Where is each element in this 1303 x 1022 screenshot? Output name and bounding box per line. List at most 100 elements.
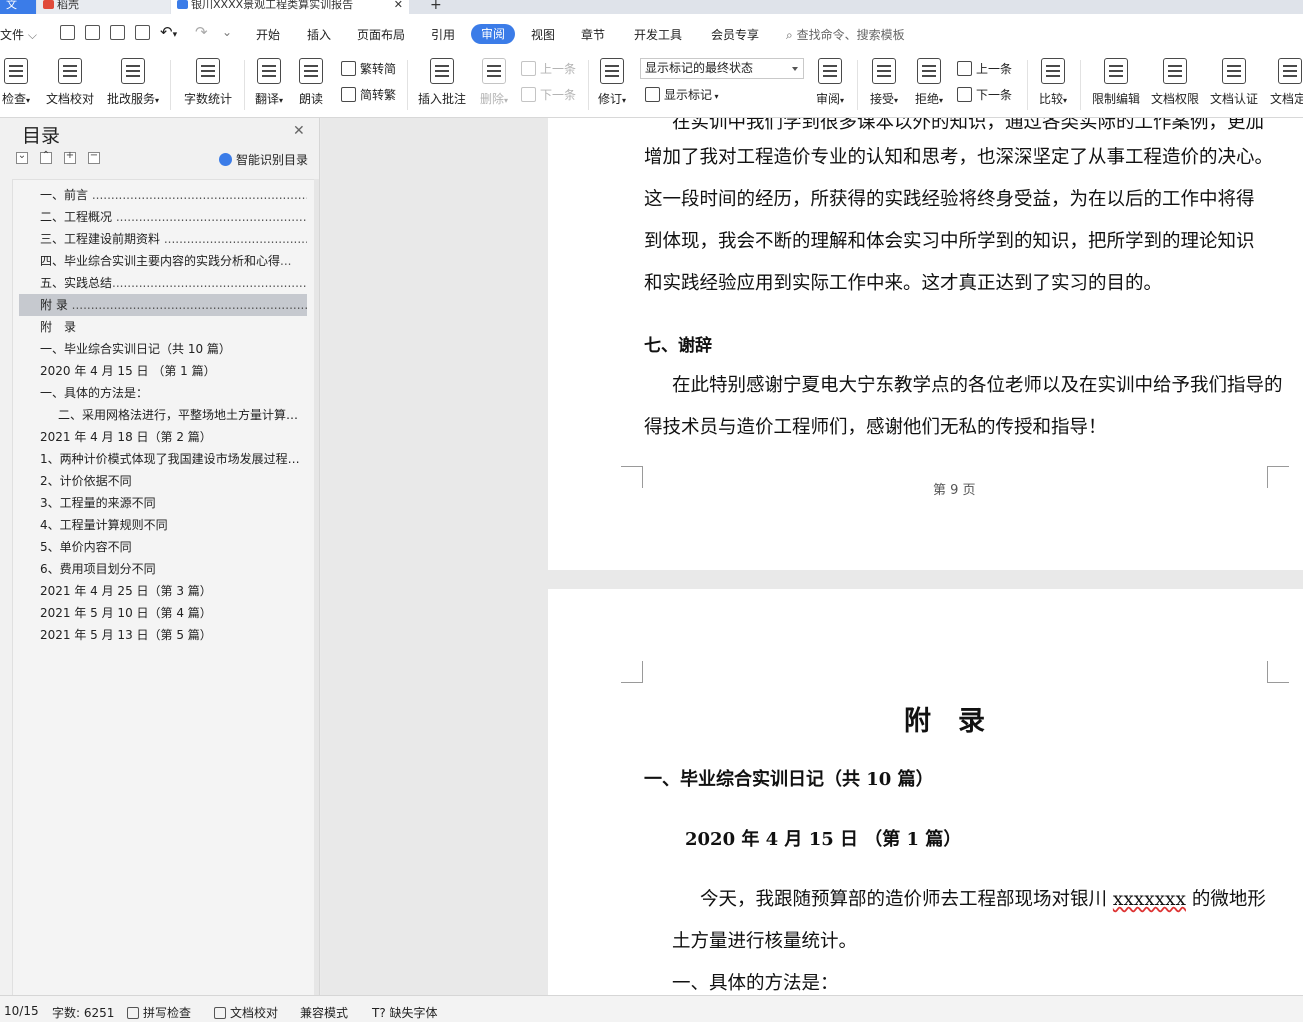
toc-item-text: 2021 年 5 月 13 日（第 5 篇） xyxy=(40,628,212,642)
toc-item[interactable]: 5、单价内容不同 xyxy=(19,536,307,558)
search-placeholder: 查找命令、搜索模板 xyxy=(796,28,905,42)
toc-item[interactable]: 2021 年 5 月 10 日（第 4 篇） xyxy=(19,602,307,624)
command-search[interactable]: ⌕ 查找命令、搜索模板 xyxy=(786,26,905,43)
page-9[interactable]: 在实训中我们学到很多课本以外的知识，通过各类实际的工作案例，更加 增加了我对工程… xyxy=(548,118,1303,570)
doc-proof-status[interactable]: 文档校对 xyxy=(214,1004,278,1021)
translate-button[interactable]: 翻译▾ xyxy=(251,56,287,114)
menu-insert[interactable]: 插入 xyxy=(307,26,331,43)
menu-home[interactable]: 开始 xyxy=(256,26,280,43)
menu-developer[interactable]: 开发工具 xyxy=(634,26,682,43)
toc-item[interactable]: 二、工程概况 .................................… xyxy=(19,206,307,228)
read-aloud-button[interactable]: 朗读 xyxy=(296,56,326,114)
toc-item[interactable]: 三、工程建设前期资料 .............................… xyxy=(19,228,307,250)
menu-view[interactable]: 视图 xyxy=(531,26,555,43)
collapse-minus-icon[interactable]: − xyxy=(88,150,100,164)
doc-final-label: 文档定 xyxy=(1270,92,1303,106)
expand-plus-icon[interactable]: + xyxy=(64,150,76,164)
redo-icon[interactable]: ↷ xyxy=(195,23,208,41)
menu-review[interactable]: 审阅 xyxy=(471,24,515,44)
restrict-edit-button[interactable]: 限制编辑 xyxy=(1090,56,1142,114)
save-icon[interactable] xyxy=(60,25,75,40)
menu-chapter[interactable]: 章节 xyxy=(581,26,605,43)
markup-mode-select[interactable]: 显示标记的最终状态 xyxy=(640,58,804,79)
toc-item[interactable]: 四、毕业综合实训主要内容的实践分析和心得... xyxy=(19,250,307,272)
export-pdf-icon[interactable] xyxy=(85,25,100,40)
spelling-flagged-text[interactable]: xxxxxxx xyxy=(1113,889,1186,910)
show-markup-button[interactable]: 显示标记 ▾ xyxy=(645,86,719,103)
doc-certify-button[interactable]: 文档认证 xyxy=(1208,56,1260,114)
toc-item[interactable]: 五、实践总结..................................… xyxy=(19,272,307,294)
menu-file-label: 文件 xyxy=(0,28,25,42)
delete-label: 删除 xyxy=(479,92,504,106)
toc-item[interactable]: 附 录 xyxy=(19,316,307,338)
toc-item[interactable]: 2021 年 4 月 18 日（第 2 篇） xyxy=(19,426,307,448)
expand-up-icon[interactable]: ⌃ xyxy=(40,150,52,164)
tab-home[interactable]: 文 xyxy=(0,0,36,14)
spell-check-status[interactable]: 拼写检查 xyxy=(127,1004,191,1021)
toc-item-selected[interactable]: 附 录 ....................................… xyxy=(19,294,307,316)
menu-member[interactable]: 会员专享 xyxy=(711,26,759,43)
page-10[interactable]: 附 录 一、毕业综合实训日记（共 10 篇） 2020 年 4 月 15 日 （… xyxy=(548,589,1303,995)
close-icon[interactable]: ✕ xyxy=(293,123,305,139)
reject-button[interactable]: 拒绝▾ xyxy=(911,56,947,114)
toc-item[interactable]: 3、工程量的来源不同 xyxy=(19,492,307,514)
simp-to-trad-button[interactable]: 简转繁 xyxy=(341,86,396,103)
doc-proof-button[interactable]: 文档校对 xyxy=(44,56,96,114)
status-bar: 10/15 字数: 6251 拼写检查 文档校对 兼容模式 T? 缺失字体 xyxy=(0,995,1303,1022)
ribbon-divider xyxy=(1080,60,1081,110)
doc-final-button[interactable]: 文档定 xyxy=(1270,56,1303,114)
track-changes-button[interactable]: 修订▾ xyxy=(594,56,630,114)
page-indicator[interactable]: 10/15 xyxy=(4,1004,39,1018)
prev-comment-button[interactable]: 上一条 xyxy=(521,60,576,77)
menu-references[interactable]: 引用 xyxy=(431,26,455,43)
toc-item[interactable]: 一、前言 ...................................… xyxy=(19,184,307,206)
toc-item[interactable]: 二、采用网格法进行，平整场地土方量计算… xyxy=(19,404,307,426)
insert-comment-button[interactable]: 插入批注 xyxy=(416,56,468,114)
revise-service-button[interactable]: 批改服务▾ xyxy=(103,56,163,114)
smart-toc-button[interactable]: 智能识别目录 xyxy=(219,151,308,168)
compat-mode-status[interactable]: 兼容模式 xyxy=(300,1004,348,1021)
toc-item[interactable]: 4、工程量计算规则不同 xyxy=(19,514,307,536)
new-tab-button[interactable]: + xyxy=(424,0,448,14)
toc-item-text: 4、工程量计算规则不同 xyxy=(40,518,168,532)
spell-check-button[interactable]: 检查▾ xyxy=(0,56,36,114)
toc-item[interactable]: 1、两种计价模式体现了我国建设市场发展过程… xyxy=(19,448,307,470)
next-change-button[interactable]: 下一条 xyxy=(957,86,1012,103)
doc-proof-label: 文档校对 xyxy=(45,92,94,106)
doc-permission-button[interactable]: 文档权限 xyxy=(1149,56,1201,114)
menu-file[interactable]: 文件 ⌵ xyxy=(0,26,37,43)
paragraph-line: 和实践经验应用到实际工作中来。这才真正达到了实习的目的。 xyxy=(644,273,1163,294)
word-count-status[interactable]: 字数: 6251 xyxy=(52,1004,114,1021)
toc-item[interactable]: 2021 年 5 月 13 日（第 5 篇） xyxy=(19,624,307,646)
trad-to-simp-button[interactable]: 繁转简 xyxy=(341,60,396,77)
translate-icon xyxy=(257,58,281,84)
toc-item[interactable]: 2、计价依据不同 xyxy=(19,470,307,492)
delete-comment-button[interactable]: 删除▾ xyxy=(476,56,512,114)
missing-font-status[interactable]: T? 缺失字体 xyxy=(372,1004,438,1021)
next-comment-button[interactable]: 下一条 xyxy=(521,86,576,103)
print-icon[interactable] xyxy=(110,25,125,40)
accept-button[interactable]: 接受▾ xyxy=(866,56,902,114)
collapse-all-icon[interactable]: ⌄ xyxy=(16,150,28,164)
nav-scrollbar[interactable] xyxy=(314,179,319,995)
toc-item-text: 一、具体的方法是： xyxy=(40,386,149,400)
simp-to-trad-label: 简转繁 xyxy=(360,88,397,102)
tab-document[interactable]: 银川XXXX景观工程类算实训报告 ✕ xyxy=(171,0,409,14)
tab-close-icon[interactable]: ✕ xyxy=(394,0,403,10)
toc-item[interactable]: 一、毕业综合实训日记（共 10 篇） xyxy=(19,338,307,360)
undo-icon[interactable]: ↶▾ xyxy=(160,23,177,41)
menu-page-layout[interactable]: 页面布局 xyxy=(357,26,405,43)
toc-item[interactable]: 一、具体的方法是： xyxy=(19,382,307,404)
compare-button[interactable]: 比较▾ xyxy=(1035,56,1071,114)
tab-docer[interactable]: 稻壳 xyxy=(37,0,170,14)
smart-toc-label: 智能识别目录 xyxy=(236,153,309,167)
print-preview-icon[interactable] xyxy=(135,25,150,40)
quick-access-chevron-icon[interactable]: ⌄ xyxy=(222,25,232,39)
review-pane-button[interactable]: 审阅▾ xyxy=(812,56,848,114)
toc-item[interactable]: 2020 年 4 月 15 日 （第 1 篇） xyxy=(19,360,307,382)
toc-item[interactable]: 6、费用项目划分不同 xyxy=(19,558,307,580)
word-count-button[interactable]: 字数统计 xyxy=(182,56,234,114)
prev-change-button[interactable]: 上一条 xyxy=(957,60,1012,77)
toc-item-text: 1、两种计价模式体现了我国建设市场发展过程… xyxy=(40,452,300,466)
toc-item[interactable]: 2021 年 4 月 25 日（第 3 篇） xyxy=(19,580,307,602)
